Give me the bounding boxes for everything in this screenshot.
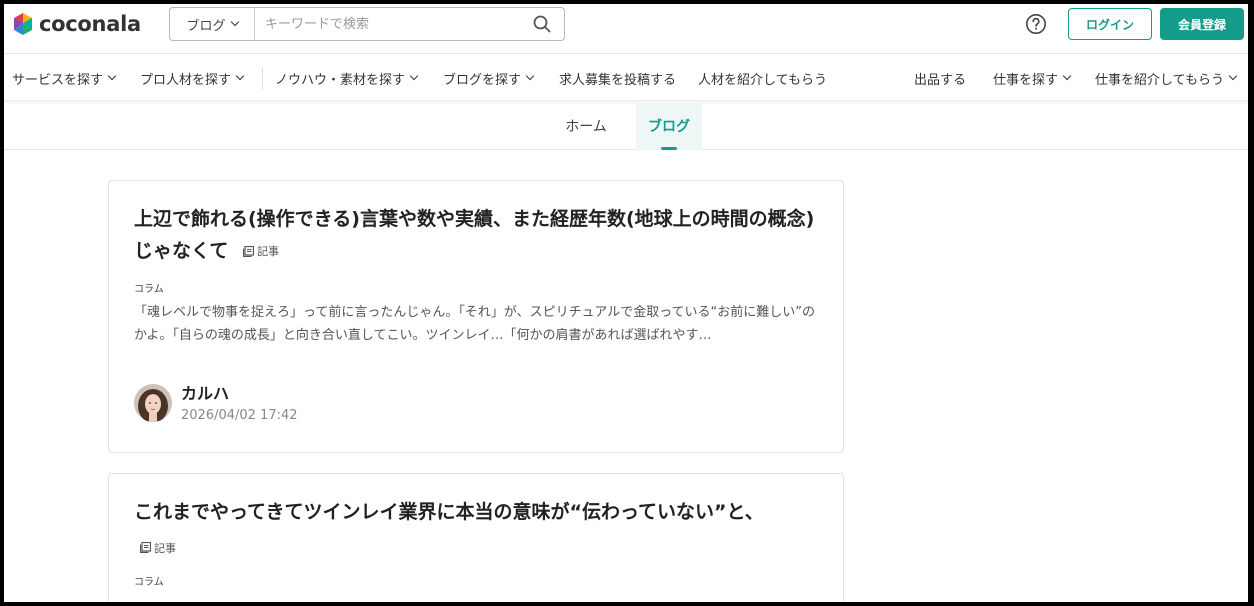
nav-item-label: 仕事を紹介してもらう (1095, 72, 1224, 88)
badge-label: 記事 (154, 541, 176, 555)
post-category: コラム (134, 577, 164, 588)
nav-item-find-knowhow[interactable]: ノウハウ・素材を探す (275, 55, 419, 101)
nav-item-talent-referral[interactable]: 人材を紹介してもらう (698, 55, 827, 101)
nav-item-work-referral[interactable]: 仕事を紹介してもらう (1095, 55, 1238, 101)
logo-text: coconala (39, 12, 141, 36)
post-date: 2026/04/02 17:42 (181, 408, 298, 423)
search-category-label: ブログ (186, 18, 226, 34)
blog-post-card[interactable]: これまでやってきてツインレイ業界に本当の意味が“伝わっていない”と、 記事 コラ… (108, 473, 844, 602)
post-category: コラム (134, 284, 164, 295)
post-title-text: 上辺で飾れる(操作できる)言葉や数や実績、また経歴年数(地球上の時間の概念)じゃ… (134, 208, 815, 262)
chevron-down-icon (235, 71, 245, 81)
chevron-down-icon (409, 71, 419, 81)
search-bar: ブログ (169, 7, 565, 41)
tab-blog[interactable]: ブログ (636, 102, 702, 150)
post-excerpt: 「魂レベルで物事を捉えろ」って前に言ったんじゃん。「それ」が、スピリチュアルで金… (134, 305, 816, 343)
chevron-down-icon (107, 71, 117, 81)
tab-label: ブログ (648, 119, 690, 135)
nav-item-label: 出品する (914, 72, 967, 88)
nav-item-sell[interactable]: 出品する (914, 55, 966, 101)
browser-page: coconala ブログ ログイン 会員登録 サービスを探す (4, 4, 1248, 602)
nav-item-label: 求人募集を投稿する (559, 72, 677, 88)
chevron-down-icon (525, 71, 535, 81)
chevron-down-icon (1228, 71, 1238, 81)
main-nav: サービスを探す プロ人材を探す ノウハウ・素材を探す ブログを探す 求人募集を投… (4, 55, 1248, 101)
article-icon (140, 542, 151, 553)
blog-post-card[interactable]: 上辺で飾れる(操作できる)言葉や数や実績、また経歴年数(地球上の時間の概念)じゃ… (108, 180, 844, 453)
article-badge-row: 記事 (134, 537, 176, 556)
nav-item-post-job[interactable]: 求人募集を投稿する (559, 55, 676, 101)
article-icon (243, 246, 255, 257)
search-button[interactable] (520, 8, 564, 40)
nav-item-label: サービスを探す (12, 72, 104, 88)
chevron-down-icon (1062, 71, 1072, 81)
logo[interactable]: coconala (10, 11, 141, 37)
login-button[interactable]: ログイン (1068, 8, 1152, 40)
article-badge: 記事 (243, 236, 279, 268)
tab-home[interactable]: ホーム (552, 102, 620, 150)
nav-item-label: ノウハウ・素材を探す (275, 72, 406, 88)
chevron-down-icon (230, 17, 239, 27)
active-tab-indicator (661, 147, 677, 150)
post-title-text: これまでやってきてツインレイ業界に本当の意味が“伝わっていない”と、 (134, 501, 764, 523)
nav-item-label: ブログを探す (443, 72, 522, 88)
search-input[interactable] (255, 8, 520, 40)
coconala-logo-icon (14, 13, 32, 35)
nav-item-label: プロ人材を探す (140, 72, 232, 88)
nav-divider (262, 68, 263, 90)
author-avatar-image (134, 384, 172, 422)
post-title[interactable]: 上辺で飾れる(操作できる)言葉や数や実績、また経歴年数(地球上の時間の概念)じゃ… (134, 203, 824, 268)
badge-label: 記事 (257, 244, 280, 258)
search-icon (533, 15, 551, 33)
help-icon[interactable] (1025, 13, 1047, 35)
article-badge: 記事 (140, 540, 176, 556)
post-title[interactable]: これまでやってきてツインレイ業界に本当の意味が“伝わっていない”と、 (134, 496, 824, 528)
author-name[interactable]: カルハ (181, 380, 229, 404)
nav-item-find-services[interactable]: サービスを探す (12, 55, 117, 101)
section-tabs: ホーム ブログ (4, 102, 1248, 150)
signup-button[interactable]: 会員登録 (1160, 8, 1244, 40)
nav-item-find-work[interactable]: 仕事を探す (993, 55, 1072, 101)
nav-item-find-blogs[interactable]: ブログを探す (443, 55, 535, 101)
nav-item-find-pros[interactable]: プロ人材を探す (140, 55, 245, 101)
avatar[interactable] (134, 384, 172, 422)
nav-item-label: 人材を紹介してもらう (698, 72, 827, 88)
site-header: coconala ブログ ログイン 会員登録 (4, 4, 1248, 54)
nav-item-label: 仕事を探す (993, 72, 1059, 88)
search-category-select[interactable]: ブログ (170, 8, 255, 40)
